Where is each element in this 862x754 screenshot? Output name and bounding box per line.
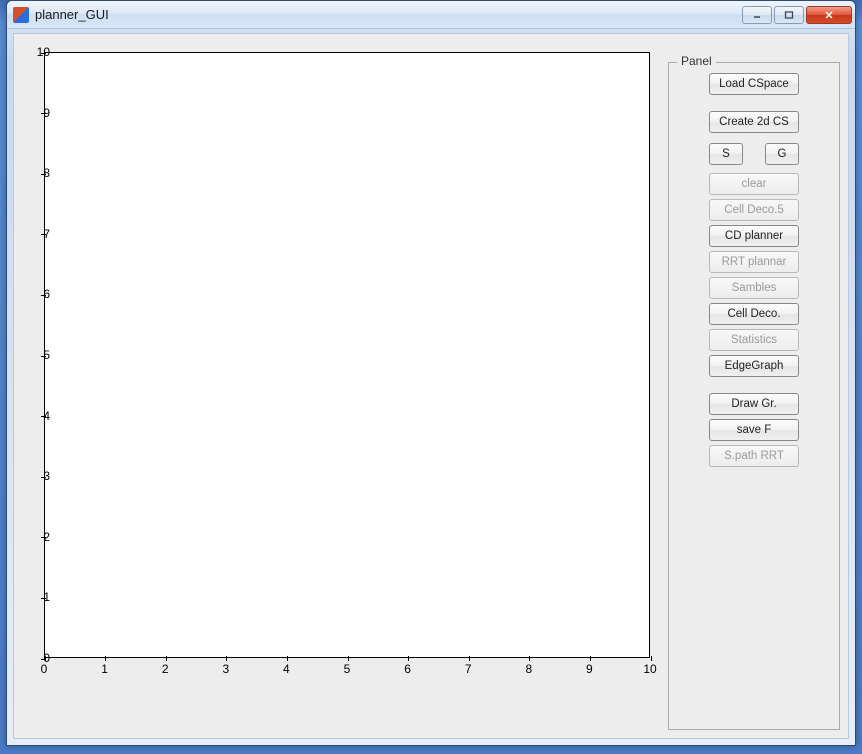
window-title: planner_GUI [35, 7, 742, 22]
client-area: 012345678910012345678910 Panel Load CSpa… [13, 33, 849, 739]
x-tick-label: 2 [162, 662, 169, 676]
x-tick-label: 9 [586, 662, 593, 676]
rrt-plannar-button[interactable]: RRT plannar [709, 251, 799, 273]
close-button[interactable] [806, 6, 852, 24]
create-2d-cs-button[interactable]: Create 2d CS [709, 111, 799, 133]
plot-area: 012345678910012345678910 [22, 48, 662, 728]
side-panel: Panel Load CSpace Create 2d CS S G clear… [668, 62, 840, 730]
spath-rrt-button[interactable]: S.path RRT [709, 445, 799, 467]
y-tick-label: 4 [30, 409, 50, 423]
y-tick-label: 1 [30, 590, 50, 604]
x-tick-label: 6 [404, 662, 411, 676]
x-tick-label: 7 [465, 662, 472, 676]
cell-deco-5-button[interactable]: Cell Deco.5 [709, 199, 799, 221]
app-window: planner_GUI 012345678910012345678910 Pan… [6, 0, 856, 746]
x-tick-label: 5 [344, 662, 351, 676]
x-tick [469, 656, 470, 661]
g-button[interactable]: G [765, 143, 799, 165]
maximize-button[interactable] [774, 6, 804, 24]
x-tick [590, 656, 591, 661]
s-button[interactable]: S [709, 143, 743, 165]
y-tick-label: 10 [30, 45, 50, 59]
axes[interactable] [44, 52, 650, 658]
y-tick-label: 0 [30, 651, 50, 665]
clear-button[interactable]: clear [709, 173, 799, 195]
matlab-icon [13, 7, 29, 23]
sambles-button[interactable]: Sambles [709, 277, 799, 299]
x-tick [287, 656, 288, 661]
panel-title: Panel [677, 54, 716, 68]
x-tick [166, 656, 167, 661]
draw-gr-button[interactable]: Draw Gr. [709, 393, 799, 415]
x-tick [408, 656, 409, 661]
button-column: Load CSpace Create 2d CS S G clear Cell … [669, 63, 839, 477]
x-tick [105, 656, 106, 661]
x-tick-label: 1 [101, 662, 108, 676]
y-tick-label: 8 [30, 166, 50, 180]
cd-planner-button[interactable]: CD planner [709, 225, 799, 247]
x-tick [529, 656, 530, 661]
window-controls [742, 6, 852, 24]
y-tick-label: 3 [30, 469, 50, 483]
y-tick-label: 6 [30, 287, 50, 301]
y-tick-label: 7 [30, 227, 50, 241]
edgegraph-button[interactable]: EdgeGraph [709, 355, 799, 377]
statistics-button[interactable]: Statistics [709, 329, 799, 351]
titlebar[interactable]: planner_GUI [7, 1, 855, 29]
x-tick-label: 10 [643, 662, 656, 676]
cell-deco-button[interactable]: Cell Deco. [709, 303, 799, 325]
save-f-button[interactable]: save F [709, 419, 799, 441]
minimize-button[interactable] [742, 6, 772, 24]
x-tick [651, 656, 652, 661]
x-tick-label: 3 [222, 662, 229, 676]
x-tick-label: 8 [525, 662, 532, 676]
x-tick [226, 656, 227, 661]
load-cspace-button[interactable]: Load CSpace [709, 73, 799, 95]
y-tick-label: 9 [30, 106, 50, 120]
y-tick-label: 5 [30, 348, 50, 362]
x-tick [348, 656, 349, 661]
y-tick-label: 2 [30, 530, 50, 544]
x-tick-label: 4 [283, 662, 290, 676]
